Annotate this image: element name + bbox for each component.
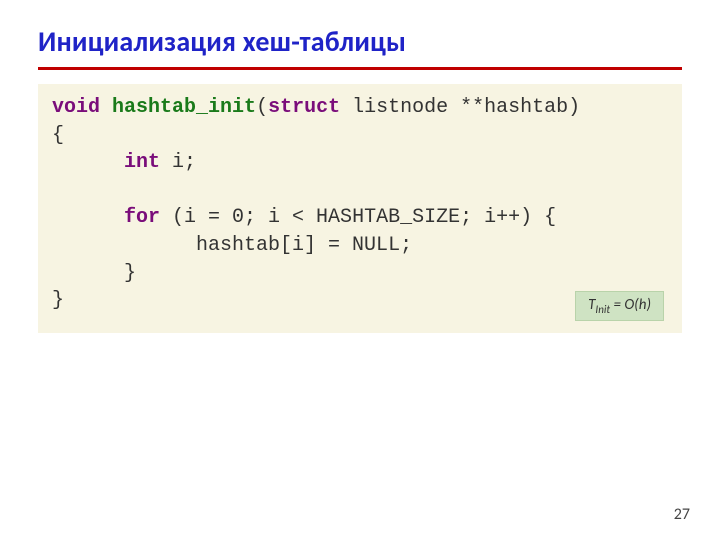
code-container: void hashtab_init(struct listnode **hash… [38,84,682,333]
indent [52,151,124,174]
complexity-close: ) [646,296,651,314]
complexity-O: O [624,296,634,314]
complexity-eq: = [610,296,624,314]
sig-rest: listnode **hashtab) [340,96,580,119]
keyword-for: for [124,206,160,229]
complexity-sub: Init [595,303,610,316]
keyword-int: int [124,151,160,174]
function-name: hashtab_init [112,96,256,119]
complexity-badge: TInit = O(h) [575,291,664,321]
keyword-void: void [52,96,100,119]
for-body: (i = 0; i < HASHTAB_SIZE; i++) { [160,206,556,229]
indent2 [52,234,196,257]
brace-open: { [52,124,64,147]
decl-i: i; [160,151,196,174]
slide: Инициализация хеш-таблицы void hashtab_i… [0,0,720,540]
brace-close-inner: } [52,262,136,285]
assign-line: hashtab[i] = NULL; [196,234,412,257]
keyword-struct: struct [268,96,340,119]
brace-close-outer: } [52,289,64,312]
title-underline [38,67,682,70]
page-number: 27 [674,505,690,524]
slide-title: Инициализация хеш-таблицы [38,24,682,59]
sig-open: ( [256,96,268,119]
indent [52,206,124,229]
